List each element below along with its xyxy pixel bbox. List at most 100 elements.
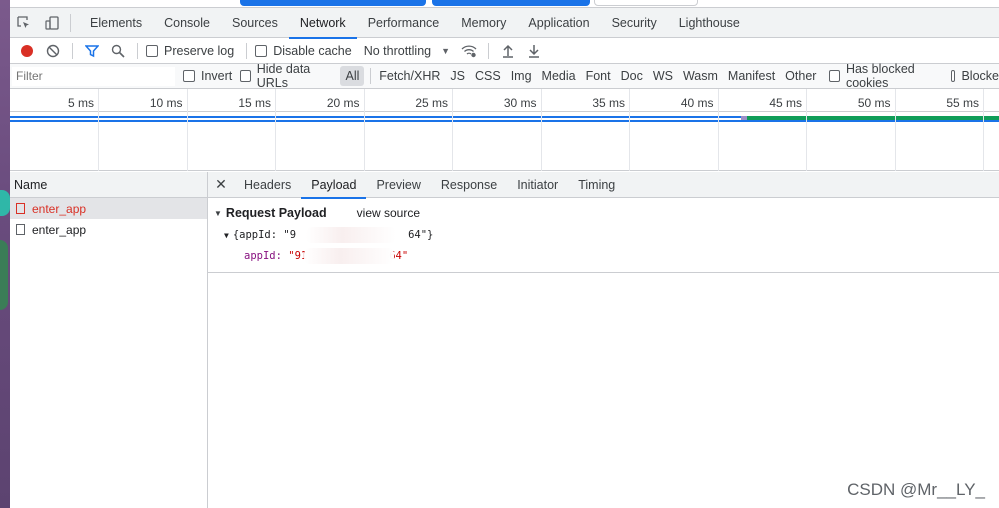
timeline-tick-label: 5 ms [67, 96, 94, 110]
view-source-link[interactable]: view source [357, 206, 420, 220]
document-icon [16, 203, 25, 214]
tab-response[interactable]: Response [431, 172, 507, 198]
property-value-start: "91 [288, 250, 308, 262]
payload-object-summary[interactable]: ▼ {appId: " 9 64"} [224, 227, 993, 243]
property-key: appId [244, 250, 276, 262]
tab-preview[interactable]: Preview [366, 172, 430, 198]
timeline-tick-label: 20 ms [326, 96, 360, 110]
timeline-gridline [717, 89, 719, 171]
tab-payload[interactable]: Payload [301, 172, 367, 199]
tab-timing[interactable]: Timing [568, 172, 625, 198]
filter-type-all[interactable]: All [340, 66, 365, 86]
timeline-tick-label: 45 ms [769, 96, 802, 110]
import-har-icon[interactable] [495, 38, 521, 64]
tab-application[interactable]: Application [517, 8, 600, 38]
timeline-tick-label: 15 ms [238, 96, 271, 110]
timeline-request-bar [10, 116, 743, 118]
request-row[interactable]: enter_app [10, 198, 207, 219]
clear-icon[interactable] [40, 38, 66, 64]
tab-security[interactable]: Security [601, 8, 668, 38]
filter-type-font[interactable]: Font [581, 66, 616, 86]
timeline-gridline [452, 89, 453, 171]
checkbox-box[interactable] [146, 44, 158, 57]
tab-headers[interactable]: Headers [234, 172, 301, 198]
has-blocked-cookies-checkbox[interactable]: Has blocked cookies [829, 62, 943, 90]
page-button-blue-1[interactable] [240, 0, 426, 6]
filter-type-img[interactable]: Img [506, 66, 537, 86]
throttling-select[interactable]: No throttling ▼ [364, 44, 450, 58]
tab-memory[interactable]: Memory [450, 8, 517, 38]
filter-type-doc[interactable]: Doc [616, 66, 648, 86]
devtools-tab-bar: Elements Console Sources Network Perform… [10, 8, 999, 39]
request-detail-pane: ✕ Headers Payload Preview Response Initi… [208, 172, 999, 508]
blocked-requests-checkbox[interactable]: Blocke [951, 69, 999, 83]
timeline-gridline [806, 89, 807, 171]
background-page-strip [0, 0, 10, 508]
filter-type-manifest[interactable]: Manifest [723, 66, 780, 86]
preserve-log-label: Preserve log [164, 43, 235, 58]
disable-cache-checkbox[interactable]: Disable cache [255, 44, 352, 58]
filter-type-media[interactable]: Media [537, 66, 581, 86]
checkbox-box[interactable] [183, 70, 195, 82]
filter-type-js[interactable]: JS [445, 66, 470, 86]
network-details-area: Name enter_app enter_app ✕ Headers Paylo… [10, 172, 999, 508]
property-colon: : [275, 250, 289, 262]
filter-icon[interactable] [79, 38, 105, 64]
export-har-icon[interactable] [521, 38, 547, 64]
preserve-log-checkbox[interactable]: Preserve log [146, 44, 234, 58]
search-icon[interactable] [105, 38, 131, 64]
disable-cache-label: Disable cache [273, 43, 352, 58]
record-icon[interactable] [14, 38, 40, 64]
checkbox-box[interactable] [951, 70, 956, 82]
checkbox-box[interactable] [240, 70, 251, 82]
throttling-value: No throttling [363, 43, 432, 58]
filter-type-wasm[interactable]: Wasm [678, 66, 723, 86]
request-list: Name enter_app enter_app [10, 172, 208, 508]
filter-input[interactable] [12, 66, 175, 86]
checkbox-box[interactable] [255, 44, 268, 57]
timeline-gridline [275, 89, 276, 171]
watermark: CSDN @Mr__LY_ [847, 480, 985, 499]
filter-bar: Invert Hide data URLs All Fetch/XHR JS C… [10, 62, 999, 90]
filter-type-css[interactable]: CSS [470, 66, 506, 86]
tab-initiator[interactable]: Initiator [507, 172, 568, 198]
page-button-outline[interactable] [594, 0, 698, 6]
invert-checkbox[interactable]: Invert [183, 69, 232, 83]
timeline-gridline [894, 89, 896, 171]
tab-sources[interactable]: Sources [221, 8, 289, 38]
name-column-header[interactable]: Name [10, 172, 207, 198]
property-value: "91 64" [288, 248, 408, 264]
collapse-triangle-icon[interactable]: ▼ [214, 209, 222, 218]
tab-elements[interactable]: Elements [79, 8, 153, 38]
close-icon[interactable]: ✕ [208, 176, 234, 193]
filter-separator [370, 68, 372, 84]
hide-data-urls-checkbox[interactable]: Hide data URLs [240, 62, 331, 90]
page-element-green [0, 240, 8, 310]
request-row[interactable]: enter_app [10, 219, 207, 240]
checkbox-box[interactable] [829, 70, 840, 82]
tab-console[interactable]: Console [153, 8, 221, 38]
has-blocked-cookies-label: Has blocked cookies [845, 62, 915, 90]
device-toolbar-icon[interactable] [38, 8, 66, 38]
request-payload-title: Request Payload [225, 206, 327, 220]
timeline-overview[interactable]: 5 ms 10 ms 15 ms 20 ms 25 ms 30 ms 35 ms 40 ms 4… [10, 89, 999, 171]
payload-property: appId: "91 64" [244, 248, 993, 264]
filter-type-fetch-xhr[interactable]: Fetch/XHR [374, 66, 445, 86]
filter-type-ws[interactable]: WS [648, 66, 678, 86]
tab-performance[interactable]: Performance [357, 8, 451, 38]
tab-network[interactable]: Network [288, 8, 357, 39]
timeline-tick-label: 10 ms [149, 96, 183, 110]
tab-lighthouse[interactable]: Lighthouse [668, 8, 751, 38]
payload-section: ▼ Request Payload view source ▼ {appId: … [208, 198, 999, 273]
network-conditions-icon[interactable] [456, 38, 482, 64]
toolbar-separator [488, 42, 490, 59]
filter-type-other[interactable]: Other [780, 66, 821, 86]
page-element-teal [0, 190, 10, 216]
expand-triangle-icon[interactable]: ▼ [224, 231, 229, 240]
request-payload-header[interactable]: ▼ Request Payload view source [214, 206, 993, 220]
document-icon [16, 224, 25, 235]
detail-tab-bar: ✕ Headers Payload Preview Response Initi… [208, 172, 999, 199]
timeline-tick-label: 25 ms [415, 96, 448, 110]
page-button-blue-2[interactable] [432, 0, 590, 6]
inspect-element-icon[interactable] [10, 8, 38, 38]
